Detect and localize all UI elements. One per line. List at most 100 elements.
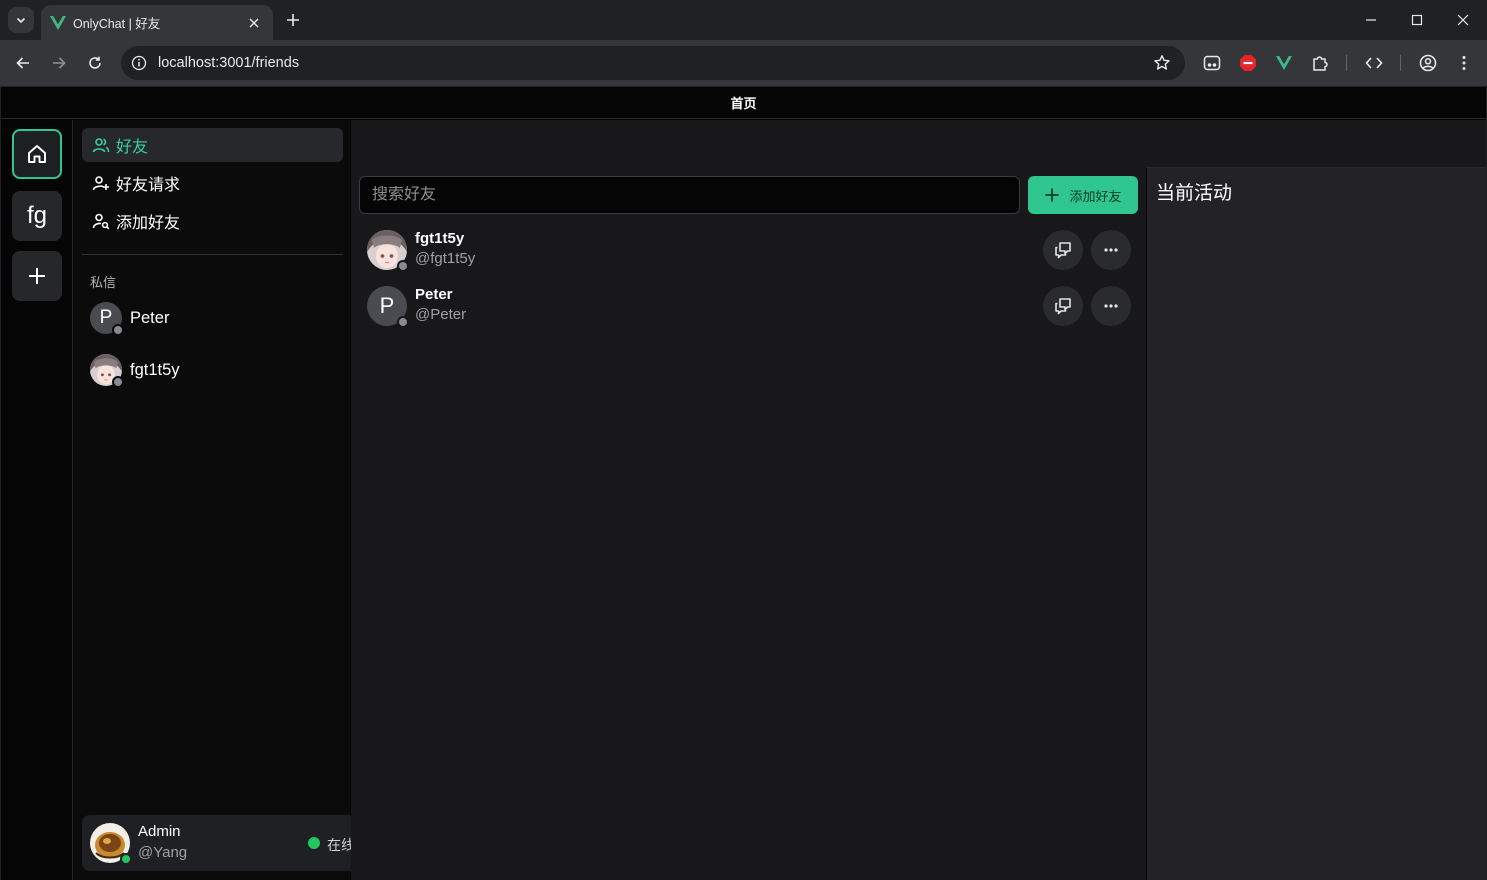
more-vertical-icon bbox=[1462, 56, 1466, 70]
home-button[interactable] bbox=[12, 129, 62, 179]
online-status-dot bbox=[120, 853, 132, 865]
account-icon bbox=[1419, 54, 1437, 72]
more-horizontal-icon bbox=[1104, 304, 1118, 308]
friend-row[interactable]: P Peter @Peter bbox=[367, 284, 1131, 328]
reload-icon bbox=[89, 56, 101, 69]
message-friend-button[interactable] bbox=[1043, 230, 1083, 270]
extensions-button[interactable] bbox=[1308, 51, 1332, 75]
toolbar-separator bbox=[1400, 55, 1401, 71]
friends-main-panel: 添加好友 fgt1t5y @fgt1t5y P Peter @Peter bbox=[351, 120, 1146, 880]
current-user-name: Admin bbox=[138, 823, 181, 840]
user-plus-icon bbox=[92, 176, 109, 191]
back-button[interactable] bbox=[11, 51, 35, 75]
users-icon bbox=[92, 138, 110, 153]
url-text[interactable]: localhost:3001/friends bbox=[158, 55, 1153, 71]
minimize-icon bbox=[1366, 19, 1376, 21]
bookmark-star-icon[interactable] bbox=[1153, 54, 1171, 72]
info-icon[interactable] bbox=[131, 55, 147, 71]
maximize-button[interactable] bbox=[1405, 8, 1429, 32]
offline-status-dot bbox=[397, 316, 409, 328]
user-search-icon bbox=[92, 213, 110, 230]
forward-button[interactable] bbox=[47, 51, 71, 75]
avatar: P bbox=[90, 302, 124, 336]
arrow-right-icon bbox=[53, 57, 66, 69]
plus-icon bbox=[29, 268, 45, 284]
chat-icon bbox=[1055, 298, 1071, 315]
online-status-indicator bbox=[308, 837, 320, 849]
home-icon bbox=[28, 145, 46, 163]
close-icon bbox=[1457, 14, 1469, 26]
extension-face-icon bbox=[1203, 55, 1221, 71]
vue-logo-icon bbox=[1276, 56, 1292, 70]
browser-toolbar: localhost:3001/friends bbox=[0, 40, 1487, 86]
dm-name: Peter bbox=[130, 308, 170, 327]
chat-icon bbox=[1055, 242, 1071, 259]
current-user-handle: @Yang bbox=[138, 844, 188, 861]
avatar: P bbox=[367, 286, 409, 328]
friend-handle: @Peter bbox=[415, 306, 467, 323]
friend-name: fgt1t5y bbox=[415, 230, 465, 247]
vue-devtools-extension-button[interactable] bbox=[1272, 51, 1296, 75]
close-window-button[interactable] bbox=[1451, 8, 1475, 32]
friend-search-box[interactable] bbox=[359, 176, 1020, 214]
add-friend-label: 添加好友 bbox=[1069, 188, 1122, 204]
puzzle-icon bbox=[1313, 56, 1328, 71]
friend-more-button[interactable] bbox=[1091, 286, 1131, 326]
new-tab-button[interactable] bbox=[282, 9, 304, 31]
friend-handle: @fgt1t5y bbox=[415, 250, 476, 267]
app-root: 首页 fg 好友 好友请求 添加好友 私信 P Peter fgt1t5y Ad… bbox=[1, 87, 1486, 880]
devtools-button[interactable] bbox=[1362, 51, 1386, 75]
search-input[interactable] bbox=[372, 186, 1019, 204]
sidebar-item-friends[interactable]: 好友 bbox=[82, 128, 343, 162]
vue-logo-icon bbox=[50, 15, 66, 30]
server-button-fg[interactable]: fg bbox=[12, 191, 62, 241]
friend-name: Peter bbox=[415, 286, 453, 303]
profile-button[interactable] bbox=[1416, 51, 1440, 75]
offline-status-dot bbox=[397, 260, 409, 272]
tab-close-icon[interactable] bbox=[245, 14, 263, 32]
sidebar-item-label: 添加好友 bbox=[116, 215, 181, 232]
sidebar-item-label: 好友 bbox=[116, 139, 149, 156]
toolbar-separator bbox=[1346, 55, 1347, 71]
tab-search-button[interactable] bbox=[8, 7, 34, 33]
browser-menu-button[interactable] bbox=[1452, 51, 1476, 75]
avatar-letter: P bbox=[379, 293, 395, 318]
message-friend-button[interactable] bbox=[1043, 286, 1083, 326]
code-icon bbox=[1365, 57, 1383, 69]
friend-row[interactable]: fgt1t5y @fgt1t5y bbox=[367, 228, 1131, 272]
arrow-left-icon bbox=[16, 57, 29, 69]
maximize-icon bbox=[1411, 14, 1423, 26]
avatar[interactable] bbox=[90, 823, 132, 865]
dm-item-fgt1t5y[interactable]: fgt1t5y bbox=[90, 350, 340, 390]
more-horizontal-icon bbox=[1104, 248, 1118, 252]
dm-section-label: 私信 bbox=[90, 275, 117, 290]
server-label: fg bbox=[26, 202, 47, 229]
plus-icon bbox=[287, 14, 299, 26]
activity-title: 当前活动 bbox=[1156, 183, 1233, 204]
address-bar[interactable]: localhost:3001/friends bbox=[121, 46, 1185, 80]
offline-status-dot bbox=[112, 324, 124, 336]
extension-button-1[interactable] bbox=[1200, 51, 1224, 75]
sidebar-divider bbox=[82, 254, 343, 255]
add-server-button[interactable] bbox=[12, 251, 62, 301]
sidebar-item-add-friend[interactable]: 添加好友 bbox=[82, 204, 343, 238]
sidebar-item-friend-requests[interactable]: 好友请求 bbox=[82, 166, 343, 200]
adblock-extension-button[interactable] bbox=[1236, 51, 1260, 75]
minimize-button[interactable] bbox=[1359, 8, 1383, 32]
server-rail: fg bbox=[1, 120, 73, 880]
reload-button[interactable] bbox=[83, 51, 107, 75]
tab-title: OnlyChat | 好友 bbox=[73, 17, 161, 31]
page-title: 首页 bbox=[1, 87, 1486, 119]
browser-tab-active[interactable]: OnlyChat | 好友 bbox=[41, 5, 273, 40]
avatar bbox=[90, 354, 124, 388]
friend-more-button[interactable] bbox=[1091, 230, 1131, 270]
plus-icon bbox=[1045, 188, 1059, 202]
sidebar: 好友 好友请求 添加好友 私信 P Peter fgt1t5y Admin @Y… bbox=[74, 120, 416, 880]
activity-panel: 当前活动 bbox=[1147, 168, 1486, 880]
adblock-icon bbox=[1240, 55, 1256, 71]
add-friend-button[interactable]: 添加好友 bbox=[1028, 176, 1138, 214]
avatar bbox=[367, 230, 409, 272]
chevron-down-icon bbox=[16, 17, 26, 24]
offline-status-dot bbox=[112, 376, 124, 388]
dm-item-peter[interactable]: P Peter bbox=[90, 298, 340, 338]
